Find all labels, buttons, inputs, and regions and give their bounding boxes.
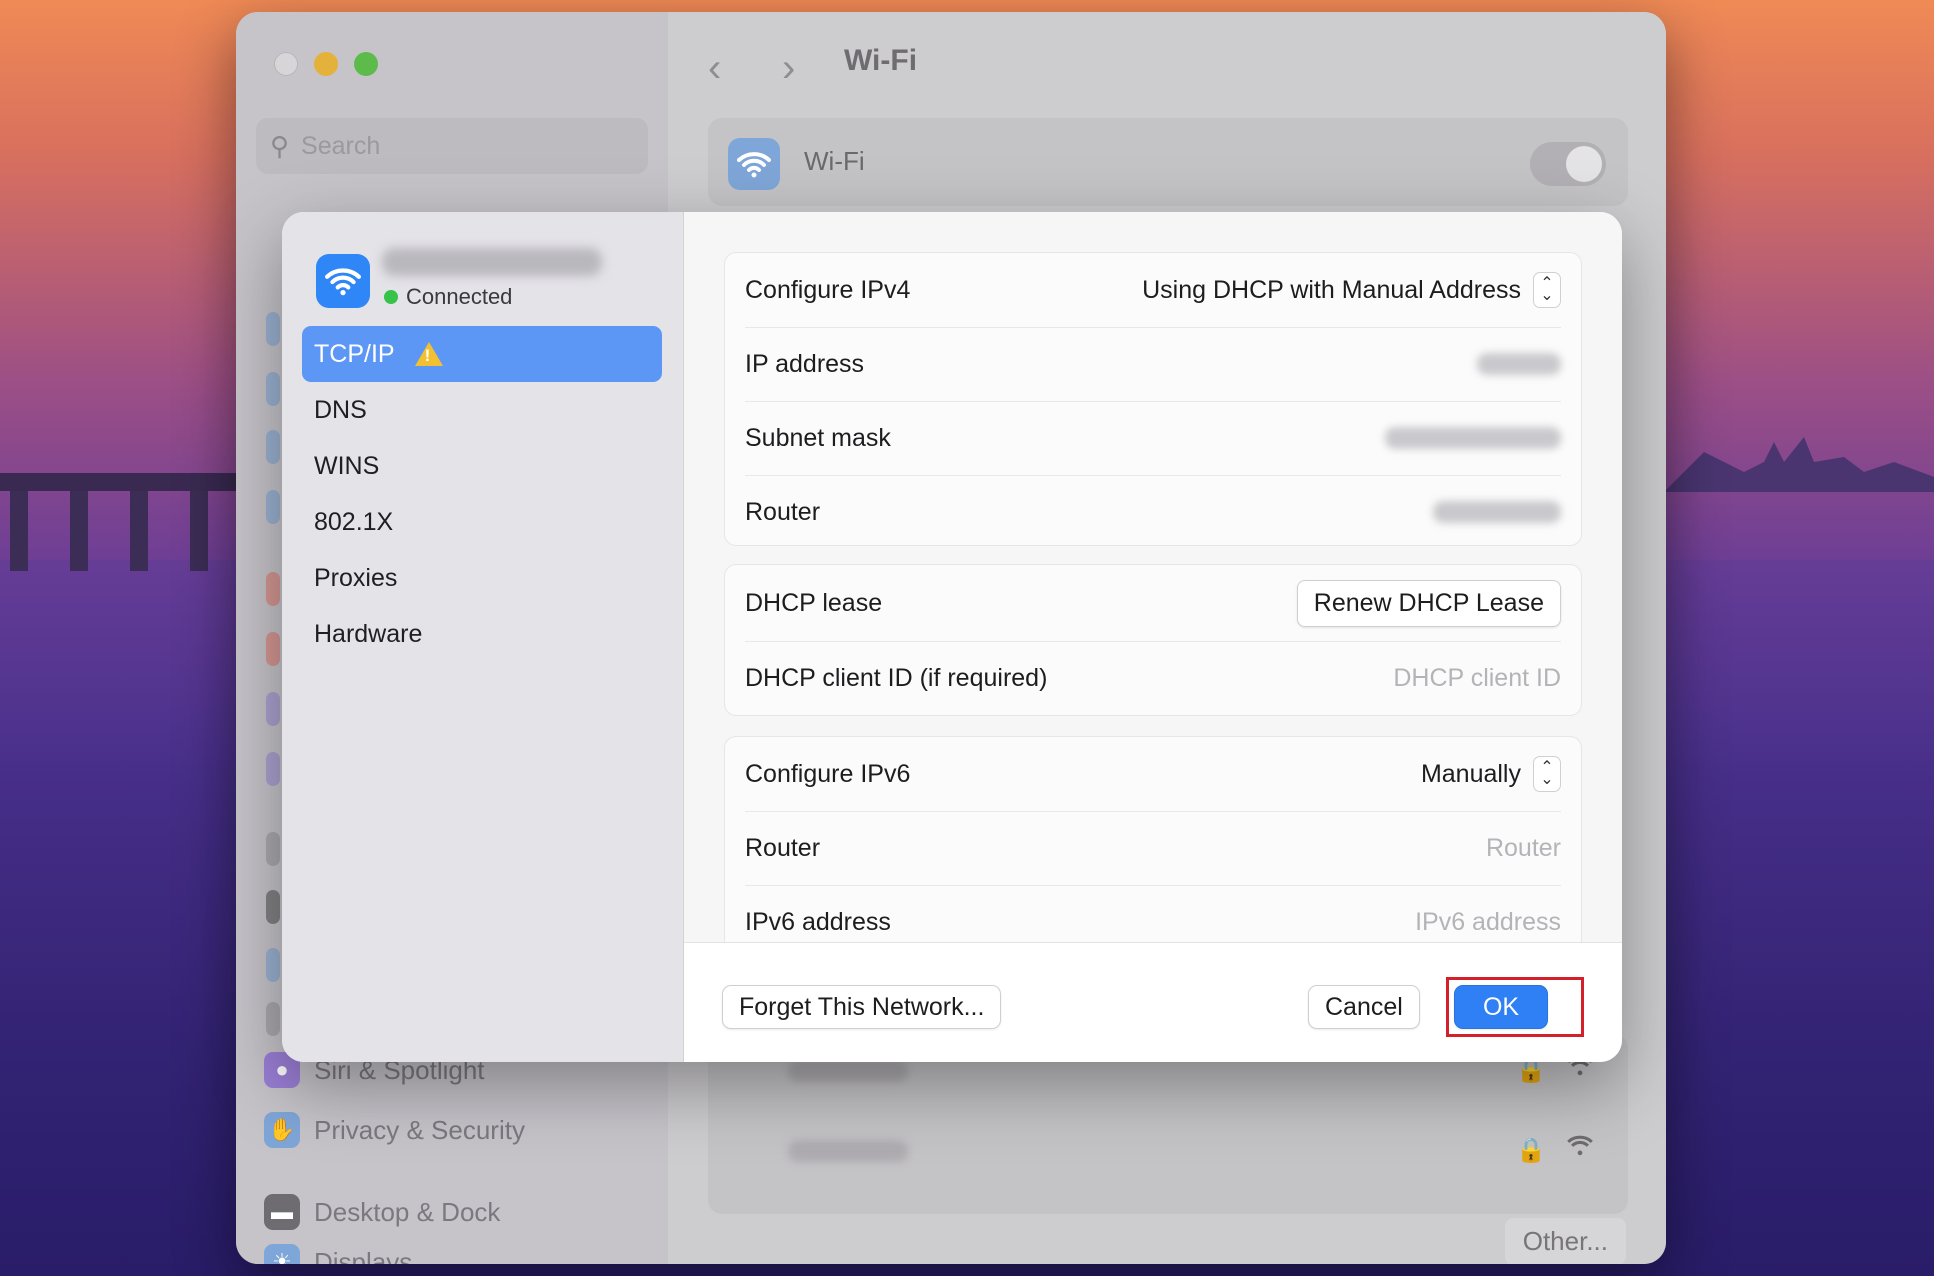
network-name-redacted: [788, 1140, 908, 1162]
sidebar-stub: [266, 490, 280, 524]
page-title: Wi-Fi: [844, 44, 918, 77]
sidebar-stub: [266, 832, 280, 866]
forget-network-button[interactable]: Forget This Network...: [722, 985, 1002, 1029]
network-details-dialog: Connected TCP/IP ! DNS WINS 802.1X Proxi…: [282, 212, 1622, 1062]
sidebar-stub: [266, 890, 280, 924]
router-row: Router: [745, 475, 1561, 549]
sidebar-stub: [266, 1002, 280, 1036]
lock-icon: 🔒: [1516, 1137, 1546, 1164]
ipv6-router-row: Router Router: [745, 811, 1561, 886]
configure-ipv6-select[interactable]: Manually ⌃ ⌄: [1421, 756, 1561, 792]
network-name-redacted: [382, 248, 602, 276]
connection-status: Connected: [384, 284, 512, 310]
wifi-icon: [316, 254, 370, 308]
network-name-redacted: [788, 1060, 908, 1082]
dhcp-client-id-field[interactable]: DHCP client ID: [1393, 664, 1561, 693]
ipv6-address-row: IPv6 address IPv6 address: [745, 907, 1561, 937]
configure-ipv4-row: Configure IPv4 Using DHCP with Manual Ad…: [745, 253, 1561, 328]
tab-proxies[interactable]: Proxies: [302, 550, 662, 606]
configure-ipv4-select[interactable]: Using DHCP with Manual Address ⌃ ⌄: [1142, 272, 1561, 308]
configure-ipv6-row: Configure IPv6 Manually ⌃ ⌄: [745, 737, 1561, 812]
dhcp-group: DHCP lease Renew DHCP Lease DHCP client …: [724, 564, 1582, 716]
sun-icon: ☀: [264, 1244, 300, 1264]
forward-chevron-icon[interactable]: ›: [782, 46, 795, 91]
sidebar-stub: [266, 632, 280, 666]
highlight-box: [1446, 977, 1584, 1037]
wifi-signal-icon: [1566, 1132, 1594, 1163]
back-chevron-icon[interactable]: ‹: [708, 46, 721, 91]
dialog-tabs: TCP/IP ! DNS WINS 802.1X Proxies Hardwar…: [302, 326, 662, 662]
other-network-button[interactable]: Other...: [1504, 1218, 1626, 1264]
ip-address-value-redacted: [1477, 353, 1561, 375]
tab-tcp-ip[interactable]: TCP/IP !: [302, 326, 662, 382]
ip-address-row: IP address: [745, 327, 1561, 402]
settings-search-input[interactable]: ⚲ Search: [256, 118, 648, 174]
connected-dot-icon: [384, 290, 398, 304]
sidebar-stub: [266, 572, 280, 606]
tab-hardware[interactable]: Hardware: [302, 606, 662, 662]
up-down-chevron-icon: ⌃ ⌄: [1533, 756, 1561, 792]
sidebar-stub: [266, 948, 280, 982]
tab-wins[interactable]: WINS: [302, 438, 662, 494]
ipv4-group: Configure IPv4 Using DHCP with Manual Ad…: [724, 252, 1582, 546]
sidebar-stub: [266, 312, 280, 346]
dialog-footer: Forget This Network... Cancel OK: [684, 942, 1622, 1062]
ipv6-address-field[interactable]: IPv6 address: [1415, 908, 1561, 937]
wifi-toggle-row: Wi-Fi: [708, 118, 1628, 206]
sidebar-stub: [266, 372, 280, 406]
renew-dhcp-lease-button[interactable]: Renew DHCP Lease: [1296, 579, 1561, 627]
sidebar-item-desktop-dock[interactable]: ▬ Desktop & Dock: [264, 1194, 500, 1230]
dock-icon: ▬: [264, 1194, 300, 1230]
subnet-mask-row: Subnet mask: [745, 401, 1561, 476]
sidebar-stub: [266, 430, 280, 464]
wallpaper-bridge: [0, 455, 236, 571]
tab-802-1x[interactable]: 802.1X: [302, 494, 662, 550]
tab-dns[interactable]: DNS: [302, 382, 662, 438]
dhcp-client-id-row: DHCP client ID (if required) DHCP client…: [745, 663, 1561, 693]
dhcp-lease-row: DHCP lease Renew DHCP Lease: [745, 565, 1561, 642]
sidebar-stub: [266, 752, 280, 786]
warning-icon: !: [414, 342, 443, 366]
ipv6-group: Configure IPv6 Manually ⌃ ⌄ Router Router…: [724, 736, 1582, 942]
wifi-toggle[interactable]: [1530, 142, 1606, 186]
wifi-icon: [728, 138, 780, 190]
cancel-button[interactable]: Cancel: [1308, 985, 1420, 1029]
network-row[interactable]: 🔒: [708, 1114, 1628, 1194]
sidebar-stub: [266, 692, 280, 726]
tcp-ip-pane: Configure IPv4 Using DHCP with Manual Ad…: [684, 212, 1622, 942]
router-value-redacted: [1433, 501, 1561, 523]
minimize-window-button[interactable]: [314, 52, 338, 76]
sidebar-item-displays[interactable]: ☀ Displays: [264, 1244, 412, 1264]
up-down-chevron-icon: ⌃ ⌄: [1533, 272, 1561, 308]
subnet-mask-value-redacted: [1385, 427, 1561, 449]
search-icon: ⚲: [270, 130, 290, 161]
sidebar-item-privacy-security[interactable]: ✋ Privacy & Security: [264, 1112, 525, 1148]
zoom-window-button[interactable]: [354, 52, 378, 76]
close-window-button[interactable]: [274, 52, 298, 76]
ipv6-router-field[interactable]: Router: [1486, 834, 1561, 863]
dialog-sidebar: Connected TCP/IP ! DNS WINS 802.1X Proxi…: [282, 212, 684, 1062]
hand-icon: ✋: [264, 1112, 300, 1148]
wallpaper-skyline: [1664, 437, 1934, 492]
